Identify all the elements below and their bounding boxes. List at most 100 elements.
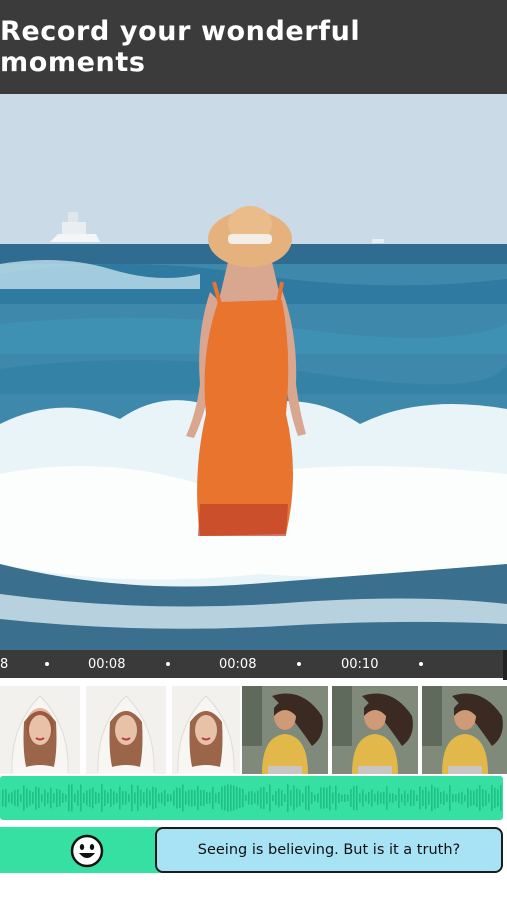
waveform-bar [392, 793, 394, 803]
waveform-bar [452, 794, 454, 802]
time-label: 00:08 [88, 657, 126, 672]
waveform-bar [122, 791, 124, 805]
waveform-bar [200, 790, 202, 806]
waveform-bar [329, 785, 331, 811]
waveform-bar [32, 791, 34, 805]
waveform-bar [353, 785, 355, 811]
waveform-bar [446, 794, 448, 802]
tick-dot [166, 662, 170, 666]
waveform-bar [164, 790, 166, 806]
clip-thumbnail[interactable] [0, 686, 80, 774]
waveform-bar [278, 788, 280, 808]
waveform-bar [473, 790, 475, 806]
waveform-bar [332, 792, 334, 804]
waveform-bar [26, 788, 28, 808]
waveform-bar [269, 784, 271, 812]
video-clip-track[interactable] [0, 684, 507, 774]
waveform-bar [323, 787, 325, 809]
waveform-bar [86, 790, 88, 806]
audio-waveform-track[interactable] [0, 776, 503, 820]
waveform-bar [71, 784, 73, 812]
waveform-bar [302, 793, 304, 803]
waveform-bar [95, 791, 97, 805]
waveform-bar [224, 785, 226, 811]
waveform-bar [83, 792, 85, 804]
waveform-bar [284, 794, 286, 802]
beach-photo [0, 94, 507, 650]
waveform-bar [476, 789, 478, 807]
caption-text-clip[interactable]: Seeing is believing. But is it a truth? [155, 827, 503, 873]
waveform-bar [347, 794, 349, 802]
smiley-face-icon[interactable] [70, 834, 104, 868]
waveform-bar [398, 788, 400, 808]
waveform-bar [443, 791, 445, 805]
waveform-bar [131, 784, 133, 812]
waveform-bar [251, 791, 253, 805]
clip-thumbnail[interactable] [86, 686, 166, 774]
waveform-bar [326, 787, 328, 809]
tick-dot [419, 662, 423, 666]
waveform-bar [440, 792, 442, 804]
waveform-bar [134, 792, 136, 804]
waveform-bar [20, 794, 22, 802]
clip-thumbnail[interactable] [332, 686, 418, 774]
waveform-bar [56, 788, 58, 808]
waveform-bar [77, 790, 79, 806]
waveform-bar [5, 788, 7, 808]
waveform-bar [236, 786, 238, 810]
waveform-bar [38, 787, 40, 809]
clip-thumbnail[interactable] [422, 686, 507, 774]
waveform-bar [293, 785, 295, 811]
clip-thumbnail[interactable] [242, 686, 328, 774]
waveform-bar [167, 794, 169, 802]
waveform-bar [98, 793, 100, 803]
waveform-bar [140, 789, 142, 807]
waveform-bar [143, 792, 145, 804]
waveform-bar [257, 790, 259, 806]
waveform-bar [152, 786, 154, 810]
waveform-bar [116, 793, 118, 803]
waveform-bar [485, 790, 487, 806]
waveform-bar [161, 792, 163, 804]
waveform-bar [356, 785, 358, 811]
waveform-bar [362, 789, 364, 807]
waveform-bar [17, 789, 19, 807]
waveform-bar [233, 785, 235, 811]
timeline-ruler[interactable]: 8 00:08 00:08 00:10 [0, 650, 507, 680]
waveform-bar [458, 792, 460, 804]
waveform-bar [320, 787, 322, 809]
waveform-bar [260, 787, 262, 809]
video-preview[interactable] [0, 94, 507, 650]
waveform-bar [422, 790, 424, 806]
tick-dot [297, 662, 301, 666]
waveform-bar [425, 786, 427, 810]
waveform-bar [110, 788, 112, 808]
waveform-bar [254, 792, 256, 804]
waveform-bar [59, 789, 61, 807]
waveform-bar [155, 787, 157, 809]
waveform-bar [119, 786, 121, 810]
time-label: 8 [0, 657, 9, 672]
waveform-bar [500, 785, 502, 811]
waveform-bar [11, 792, 13, 804]
tick-dot [45, 662, 49, 666]
clip-thumbnail[interactable] [172, 686, 240, 774]
waveform-bar [29, 790, 31, 806]
waveform-bar [428, 791, 430, 805]
waveform-bar [317, 793, 319, 803]
waveform-bar [386, 786, 388, 810]
waveform-bar [221, 786, 223, 810]
waveform-bar [416, 794, 418, 802]
waveform-bar [185, 791, 187, 805]
waveform-bar [281, 790, 283, 806]
waveform-bar [488, 793, 490, 803]
waveform-bar [203, 790, 205, 806]
waveform-bar [68, 784, 70, 812]
waveform-bar [461, 791, 463, 805]
waveform-bar [344, 794, 346, 802]
waveform-bar [482, 789, 484, 807]
waveform-bar [80, 784, 82, 812]
waveform-bar [89, 788, 91, 808]
waveform-bar [92, 787, 94, 809]
caption-track[interactable]: Seeing is believing. But is it a truth? [0, 827, 507, 873]
